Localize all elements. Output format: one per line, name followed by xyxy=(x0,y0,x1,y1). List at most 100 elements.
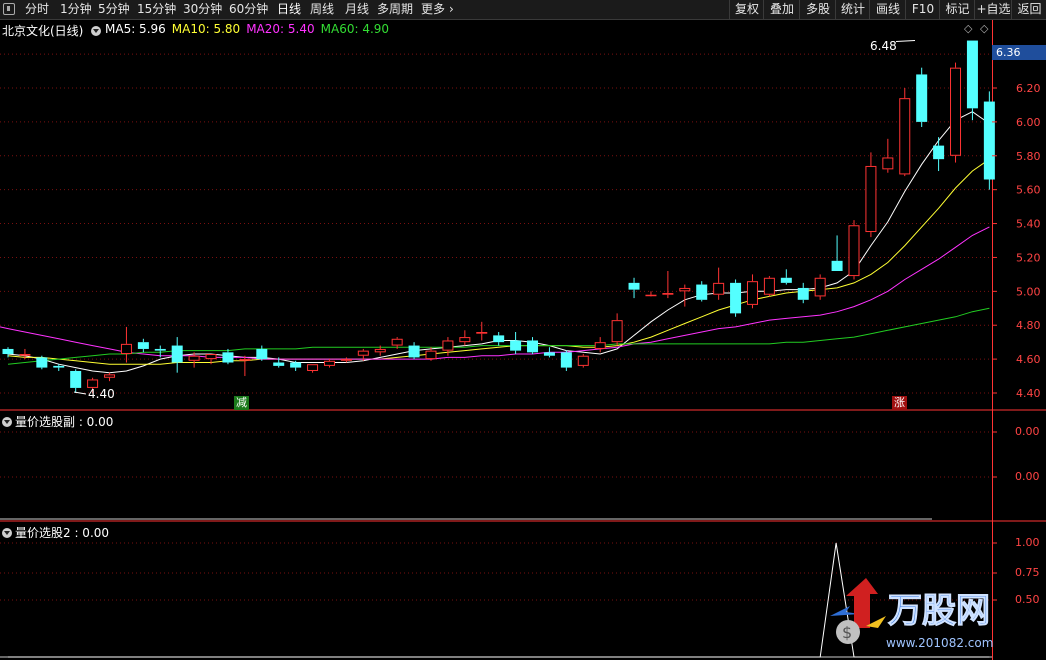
candle-50 xyxy=(848,220,860,280)
candle-body-53 xyxy=(899,98,911,175)
ma-legend-item-2: MA20: 5.40 xyxy=(246,22,315,36)
candle-body-25 xyxy=(425,350,437,360)
low-price-label: 4.40 xyxy=(88,387,115,401)
candle-body-35 xyxy=(594,342,606,349)
candle-body-32 xyxy=(543,352,555,356)
high-pointer xyxy=(895,40,916,43)
chevron-down-icon[interactable] xyxy=(2,417,12,427)
candle-49 xyxy=(831,235,843,271)
toolbar-button-6[interactable]: 标记 xyxy=(939,0,975,19)
toolbar-button-1[interactable]: 叠加 xyxy=(763,0,800,19)
candle-body-36 xyxy=(611,320,623,343)
sub1-tick-0: 0.00 xyxy=(1015,425,1040,438)
menu-icon[interactable] xyxy=(3,3,15,15)
sub1-title-text: 量价选股副 : 0.00 xyxy=(15,415,114,429)
toolbar-button-0[interactable]: 复权 xyxy=(729,0,764,19)
chevron-right-icon[interactable]: › xyxy=(449,2,454,17)
candle-27 xyxy=(459,330,471,346)
period-tab-6[interactable]: 日线 xyxy=(277,2,301,17)
toolbar-button-5[interactable]: F10 xyxy=(905,0,940,19)
candle-body-3 xyxy=(53,365,65,368)
current-price-tag: 6.36 xyxy=(992,45,1046,60)
candle-body-10 xyxy=(171,345,183,363)
candle-8 xyxy=(137,338,149,353)
candle-38 xyxy=(645,291,657,297)
candle-body-40 xyxy=(679,287,691,292)
toolbar-button-3[interactable]: 统计 xyxy=(835,0,870,19)
candle-body-20 xyxy=(340,359,352,361)
candle-body-9 xyxy=(154,348,166,351)
diamond-icon[interactable]: ◇ xyxy=(964,22,972,35)
candle-58 xyxy=(983,91,995,190)
kline-chart: 6.20 6.00 5.80 5.60 5.40 5.20 5.00 4.80 4.60 4.40 xyxy=(0,20,1046,660)
toolbar-button-4[interactable]: 画线 xyxy=(869,0,906,19)
watermark-site: www.201082.com xyxy=(886,636,993,650)
candle-body-46 xyxy=(780,277,792,283)
y-tick-label-3: 5.60 xyxy=(1016,184,1041,197)
ma-legend: MA5: 5.96 MA10: 5.80 MA20: 5.40 MA60: 4.90 xyxy=(105,22,395,36)
candle-body-31 xyxy=(527,340,539,353)
candle-body-27 xyxy=(459,337,471,343)
candle-body-16 xyxy=(273,362,285,366)
candle-7 xyxy=(120,326,132,363)
candle-36 xyxy=(611,313,623,346)
candle-body-57 xyxy=(966,40,978,109)
period-tab-1[interactable]: 1分钟 xyxy=(60,2,92,17)
watermark-brand: 万股网 xyxy=(888,591,990,631)
period-tab-3[interactable]: 15分钟 xyxy=(137,2,176,17)
candle-6 xyxy=(104,372,116,382)
ma-legend-item-0: MA5: 5.96 xyxy=(105,22,166,36)
period-tab-8[interactable]: 月线 xyxy=(345,2,369,17)
toolbar-button-7[interactable]: +自选 xyxy=(974,0,1012,19)
period-tab-7[interactable]: 周线 xyxy=(310,2,334,17)
candle-37 xyxy=(628,277,640,299)
candle-body-30 xyxy=(510,340,522,351)
chevron-down-icon[interactable] xyxy=(2,528,12,538)
candle-19 xyxy=(323,359,335,368)
candle-28 xyxy=(476,321,488,341)
candle-30 xyxy=(510,332,522,355)
candle-body-50 xyxy=(848,225,860,277)
diamond-small-icon[interactable]: ◇ xyxy=(980,22,988,35)
period-tab-9[interactable]: 多周期 xyxy=(377,2,413,17)
candle-body-56 xyxy=(950,67,962,156)
candle-body-13 xyxy=(222,352,234,363)
candle-24 xyxy=(408,342,420,360)
candle-body-29 xyxy=(493,335,505,343)
chevron-down-icon[interactable] xyxy=(91,26,102,36)
candle-35 xyxy=(594,337,606,353)
toolbar-button-2[interactable]: 多股 xyxy=(799,0,836,19)
period-tab-10[interactable]: 更多 xyxy=(421,2,445,17)
y-tick-label-0: 6.20 xyxy=(1016,82,1041,95)
candle-body-24 xyxy=(408,345,420,358)
candle-33 xyxy=(560,350,572,371)
candle-56 xyxy=(950,62,962,163)
candle-body-8 xyxy=(137,342,149,349)
period-tab-2[interactable]: 5分钟 xyxy=(98,2,130,17)
candle-body-6 xyxy=(104,374,116,378)
toolbar-button-8[interactable]: 返回 xyxy=(1011,0,1046,19)
candle-body-52 xyxy=(882,157,894,170)
period-tab-0[interactable]: 分时 xyxy=(25,2,49,17)
y-tick-label-7: 4.80 xyxy=(1016,319,1041,332)
candle-body-17 xyxy=(290,362,302,368)
candle-43 xyxy=(730,279,742,317)
period-tab-4[interactable]: 30分钟 xyxy=(183,2,222,17)
sub1-tick-1: 0.00 xyxy=(1015,470,1040,483)
candle-body-41 xyxy=(696,284,708,300)
candle-body-7 xyxy=(120,343,132,355)
y-tick-label-8: 4.60 xyxy=(1016,353,1041,366)
candle-body-38 xyxy=(645,294,657,297)
candle-10 xyxy=(171,337,183,373)
candle-body-43 xyxy=(730,282,742,314)
high-price-label: 6.48 xyxy=(870,39,897,53)
period-tab-5[interactable]: 60分钟 xyxy=(229,2,268,17)
candle-body-54 xyxy=(916,74,928,122)
candle-40 xyxy=(679,284,691,307)
candle-body-21 xyxy=(357,350,369,356)
candle-42 xyxy=(713,267,725,300)
candle-45 xyxy=(763,276,775,297)
candle-body-26 xyxy=(442,340,454,351)
axis-lines xyxy=(0,20,1046,660)
candle-44 xyxy=(746,274,758,309)
